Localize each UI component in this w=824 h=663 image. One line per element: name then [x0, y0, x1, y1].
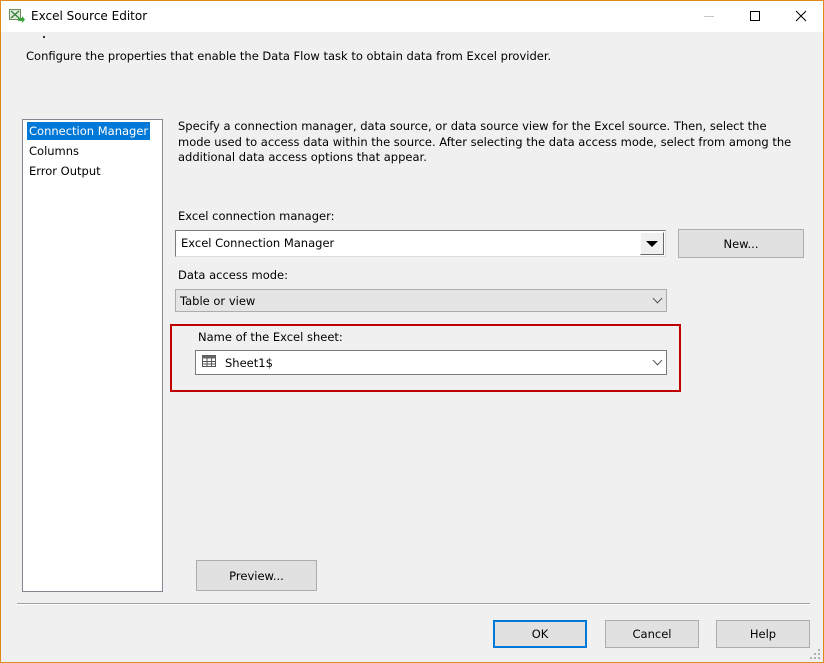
- chevron-down-icon: [652, 293, 663, 304]
- new-connection-button[interactable]: New...: [678, 229, 804, 258]
- table-icon: [202, 355, 216, 367]
- content-description: Specify a connection manager, data sourc…: [178, 119, 792, 164]
- page-navigation-list[interactable]: Connection Manager Columns Error Output: [22, 119, 163, 592]
- excel-source-editor-window: Excel Source Editor Configure the proper…: [0, 0, 824, 663]
- close-icon: [795, 10, 807, 22]
- dropdown-arrow-icon: [646, 240, 658, 247]
- connection-manager-dropdown-button[interactable]: [640, 232, 664, 255]
- data-access-mode-select[interactable]: Table or view: [175, 289, 667, 312]
- preview-button[interactable]: Preview...: [196, 560, 317, 591]
- ok-button[interactable]: OK: [493, 620, 587, 648]
- window-title: Excel Source Editor: [31, 9, 148, 23]
- connection-manager-label: Excel connection manager:: [178, 209, 335, 223]
- minimize-icon: [704, 15, 714, 17]
- resize-grip-icon[interactable]: [810, 649, 820, 659]
- chevron-down-icon: [652, 355, 663, 366]
- help-button[interactable]: Help: [716, 620, 810, 648]
- header-description: Configure the properties that enable the…: [26, 49, 552, 63]
- sheet-name-select[interactable]: Sheet1$: [195, 350, 667, 375]
- footer-separator: [17, 603, 810, 605]
- sheet-name-value: Sheet1$: [225, 356, 273, 370]
- nav-item-columns[interactable]: Columns: [27, 142, 81, 160]
- maximize-icon: [750, 11, 760, 21]
- title-bar[interactable]: Excel Source Editor: [1, 1, 823, 32]
- data-access-mode-value: Table or view: [180, 294, 256, 308]
- cancel-button[interactable]: Cancel: [605, 620, 699, 648]
- minimize-button[interactable]: [686, 1, 732, 31]
- nav-item-connection-manager[interactable]: Connection Manager: [27, 122, 151, 140]
- sheet-name-label: Name of the Excel sheet:: [198, 330, 343, 344]
- close-button[interactable]: [778, 1, 824, 31]
- connection-manager-combobox[interactable]: Excel Connection Manager: [175, 230, 666, 257]
- header-marker: [43, 36, 45, 38]
- nav-item-error-output[interactable]: Error Output: [27, 162, 103, 180]
- excel-source-icon: [9, 9, 25, 23]
- data-access-mode-label: Data access mode:: [178, 268, 289, 282]
- maximize-button[interactable]: [732, 1, 778, 31]
- connection-manager-value: Excel Connection Manager: [181, 236, 335, 250]
